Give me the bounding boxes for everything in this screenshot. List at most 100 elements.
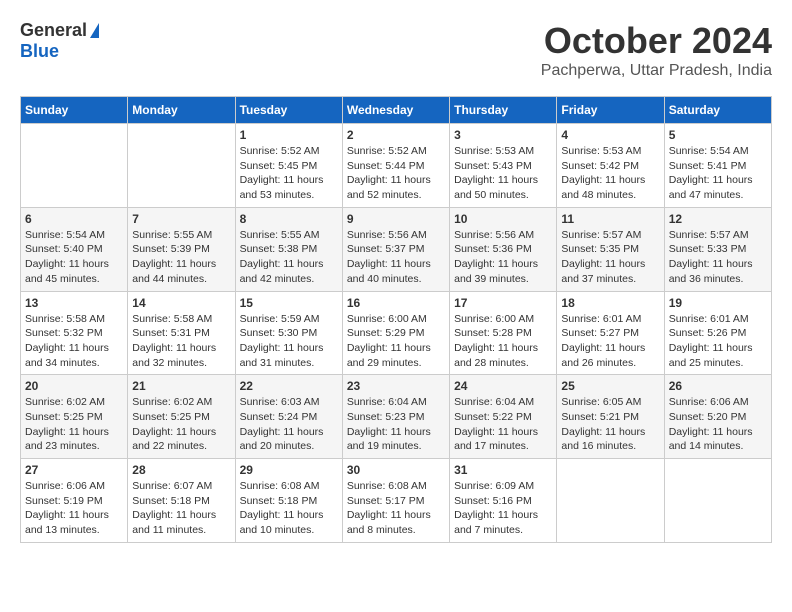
day-number: 14 [132,296,230,310]
day-info: Sunrise: 5:57 AMSunset: 5:33 PMDaylight:… [669,228,767,287]
calendar-day-cell: 2Sunrise: 5:52 AMSunset: 5:44 PMDaylight… [342,124,449,208]
day-info: Sunrise: 6:05 AMSunset: 5:21 PMDaylight:… [561,395,659,454]
calendar-day-cell: 18 Sunrise: 6:01 AMSunset: 5:27 PMDayligh… [557,291,664,375]
day-info: Sunrise: 5:55 AMSunset: 5:39 PMDaylight:… [132,228,230,287]
day-info: Sunrise: 6:09 AMSunset: 5:16 PMDaylight:… [454,479,552,538]
day-of-week-header: Saturday [664,97,771,124]
day-of-week-header: Tuesday [235,97,342,124]
calendar-day-cell: 24Sunrise: 6:04 AMSunset: 5:22 PMDayligh… [450,375,557,459]
day-info: Sunrise: 5:52 AMSunset: 5:45 PMDaylight:… [240,144,338,203]
calendar-day-cell: 16 Sunrise: 6:00 AMSunset: 5:29 PMDayligh… [342,291,449,375]
calendar-day-cell: 30Sunrise: 6:08 AMSunset: 5:17 PMDayligh… [342,459,449,543]
day-info: Sunrise: 5:58 AMSunset: 5:31 PMDaylight:… [132,312,230,371]
day-number: 16 [347,296,445,310]
calendar-day-cell: 26 Sunrise: 6:06 AMSunset: 5:20 PMDayligh… [664,375,771,459]
day-number: 30 [347,463,445,477]
calendar-day-cell: 9 Sunrise: 5:56 AMSunset: 5:37 PMDaylight… [342,207,449,291]
page-header: General Blue October 2024 Pachperwa, Utt… [20,20,772,80]
day-info: Sunrise: 5:55 AMSunset: 5:38 PMDaylight:… [240,228,338,287]
day-of-week-header: Monday [128,97,235,124]
day-info: Sunrise: 6:08 AMSunset: 5:18 PMDaylight:… [240,479,338,538]
calendar-week-row: 20 Sunrise: 6:02 AMSunset: 5:25 PMDayligh… [21,375,772,459]
calendar-day-cell: 6 Sunrise: 5:54 AMSunset: 5:40 PMDaylight… [21,207,128,291]
day-number: 18 [561,296,659,310]
calendar-day-cell: 21Sunrise: 6:02 AMSunset: 5:25 PMDayligh… [128,375,235,459]
day-number: 1 [240,128,338,142]
day-number: 7 [132,212,230,226]
day-info: Sunrise: 5:54 AMSunset: 5:40 PMDaylight:… [25,228,123,287]
day-number: 26 [669,379,767,393]
day-info: Sunrise: 6:07 AMSunset: 5:18 PMDaylight:… [132,479,230,538]
calendar-week-row: 13 Sunrise: 5:58 AMSunset: 5:32 PMDayligh… [21,291,772,375]
logo-blue-text: Blue [20,41,59,61]
day-number: 19 [669,296,767,310]
calendar-day-cell: 17Sunrise: 6:00 AMSunset: 5:28 PMDayligh… [450,291,557,375]
day-info: Sunrise: 6:04 AMSunset: 5:23 PMDaylight:… [347,395,445,454]
day-info: Sunrise: 5:57 AMSunset: 5:35 PMDaylight:… [561,228,659,287]
calendar-day-cell: 15 Sunrise: 5:59 AMSunset: 5:30 PMDayligh… [235,291,342,375]
calendar-day-cell: 31 Sunrise: 6:09 AMSunset: 5:16 PMDayligh… [450,459,557,543]
calendar-week-row: 1 Sunrise: 5:52 AMSunset: 5:45 PMDaylight… [21,124,772,208]
day-number: 17 [454,296,552,310]
calendar-day-cell: 27Sunrise: 6:06 AMSunset: 5:19 PMDayligh… [21,459,128,543]
day-number: 23 [347,379,445,393]
calendar-day-cell: 25 Sunrise: 6:05 AMSunset: 5:21 PMDayligh… [557,375,664,459]
calendar-day-cell: 5Sunrise: 5:54 AMSunset: 5:41 PMDaylight… [664,124,771,208]
day-info: Sunrise: 6:06 AMSunset: 5:20 PMDaylight:… [669,395,767,454]
day-info: Sunrise: 6:02 AMSunset: 5:25 PMDaylight:… [25,395,123,454]
day-of-week-header: Thursday [450,97,557,124]
day-info: Sunrise: 6:01 AMSunset: 5:27 PMDaylight:… [561,312,659,371]
day-of-week-header: Sunday [21,97,128,124]
day-number: 24 [454,379,552,393]
day-number: 8 [240,212,338,226]
day-info: Sunrise: 5:58 AMSunset: 5:32 PMDaylight:… [25,312,123,371]
day-number: 3 [454,128,552,142]
calendar-day-cell: 11Sunrise: 5:57 AMSunset: 5:35 PMDayligh… [557,207,664,291]
day-number: 28 [132,463,230,477]
day-number: 31 [454,463,552,477]
day-of-week-header: Wednesday [342,97,449,124]
day-info: Sunrise: 6:00 AMSunset: 5:29 PMDaylight:… [347,312,445,371]
day-of-week-header: Friday [557,97,664,124]
day-info: Sunrise: 6:06 AMSunset: 5:19 PMDaylight:… [25,479,123,538]
day-info: Sunrise: 6:01 AMSunset: 5:26 PMDaylight:… [669,312,767,371]
day-info: Sunrise: 5:53 AMSunset: 5:42 PMDaylight:… [561,144,659,203]
calendar-week-row: 6 Sunrise: 5:54 AMSunset: 5:40 PMDaylight… [21,207,772,291]
location-title: Pachperwa, Uttar Pradesh, India [541,62,772,80]
day-info: Sunrise: 6:03 AMSunset: 5:24 PMDaylight:… [240,395,338,454]
calendar-day-cell: 19 Sunrise: 6:01 AMSunset: 5:26 PMDayligh… [664,291,771,375]
calendar-table: SundayMondayTuesdayWednesdayThursdayFrid… [20,96,772,543]
calendar-day-cell: 14 Sunrise: 5:58 AMSunset: 5:31 PMDayligh… [128,291,235,375]
day-number: 4 [561,128,659,142]
logo: General Blue [20,20,99,62]
calendar-day-cell [21,124,128,208]
day-number: 25 [561,379,659,393]
day-number: 10 [454,212,552,226]
day-number: 9 [347,212,445,226]
logo-arrow-icon [90,23,99,38]
calendar-day-cell: 23 Sunrise: 6:04 AMSunset: 5:23 PMDayligh… [342,375,449,459]
day-number: 22 [240,379,338,393]
calendar-day-cell: 28 Sunrise: 6:07 AMSunset: 5:18 PMDayligh… [128,459,235,543]
day-number: 2 [347,128,445,142]
calendar-day-cell: 10Sunrise: 5:56 AMSunset: 5:36 PMDayligh… [450,207,557,291]
calendar-day-cell: 7 Sunrise: 5:55 AMSunset: 5:39 PMDaylight… [128,207,235,291]
calendar-day-cell [664,459,771,543]
calendar-day-cell: 13 Sunrise: 5:58 AMSunset: 5:32 PMDayligh… [21,291,128,375]
calendar-day-cell: 4 Sunrise: 5:53 AMSunset: 5:42 PMDaylight… [557,124,664,208]
day-info: Sunrise: 5:53 AMSunset: 5:43 PMDaylight:… [454,144,552,203]
day-number: 13 [25,296,123,310]
day-number: 12 [669,212,767,226]
day-number: 6 [25,212,123,226]
day-number: 20 [25,379,123,393]
calendar-day-cell: 20 Sunrise: 6:02 AMSunset: 5:25 PMDayligh… [21,375,128,459]
day-info: Sunrise: 5:56 AMSunset: 5:37 PMDaylight:… [347,228,445,287]
day-info: Sunrise: 5:59 AMSunset: 5:30 PMDaylight:… [240,312,338,371]
logo-general-text: General [20,20,87,41]
calendar-day-cell: 29 Sunrise: 6:08 AMSunset: 5:18 PMDayligh… [235,459,342,543]
calendar-day-cell: 3 Sunrise: 5:53 AMSunset: 5:43 PMDaylight… [450,124,557,208]
calendar-week-row: 27Sunrise: 6:06 AMSunset: 5:19 PMDayligh… [21,459,772,543]
calendar-header-row: SundayMondayTuesdayWednesdayThursdayFrid… [21,97,772,124]
day-number: 15 [240,296,338,310]
day-number: 29 [240,463,338,477]
